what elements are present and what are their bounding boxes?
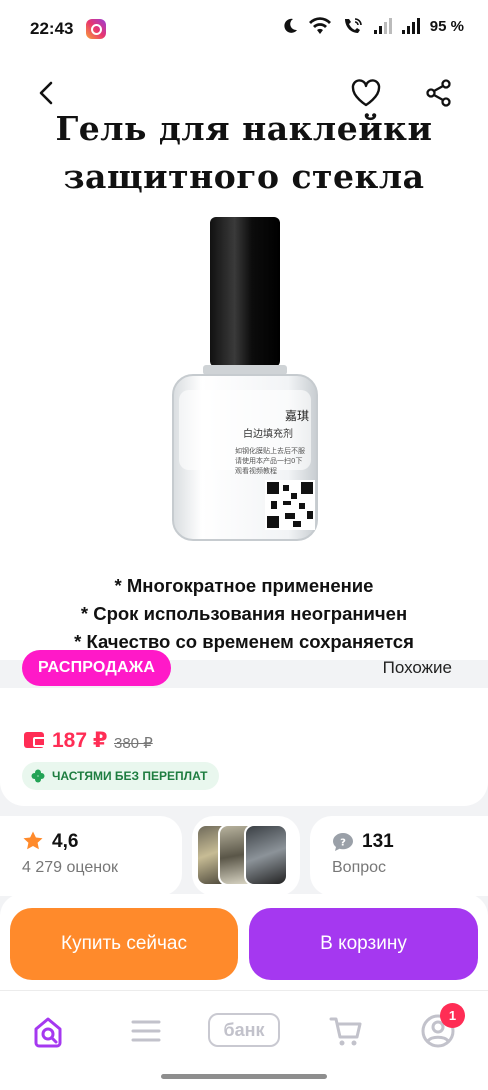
- star-icon: [23, 831, 43, 850]
- bottle-label-line: 白边填充剂: [243, 427, 293, 440]
- sale-row: РАСПРОДАЖА Похожие: [0, 648, 488, 688]
- signal-icon: [401, 18, 420, 34]
- questions-card[interactable]: ? 131 Вопрос: [310, 816, 488, 896]
- heart-icon[interactable]: [350, 78, 382, 108]
- moon-icon: [284, 18, 297, 33]
- add-to-cart-button[interactable]: В корзину: [249, 908, 478, 980]
- installment-badge[interactable]: ЧАСТЯМИ БЕЗ ПЕРЕПЛАТ: [22, 762, 220, 790]
- feature-item: * Срок использования неограничен: [80, 603, 408, 624]
- similar-products-link[interactable]: Похожие: [383, 658, 452, 678]
- battery-level: 95 %: [429, 17, 464, 35]
- cart-icon[interactable]: [326, 1011, 366, 1051]
- installment-label: ЧАСТЯМИ БЕЗ ПЕРЕПЛАТ: [52, 769, 208, 783]
- qr-code-icon: [265, 480, 315, 530]
- questions-count: 131: [362, 831, 394, 852]
- review-photo: [244, 824, 288, 886]
- review-photos-card[interactable]: [192, 816, 300, 896]
- wifi-icon: [308, 17, 331, 34]
- old-price: 380 ₽: [114, 735, 153, 752]
- rating-value: 4,6: [52, 831, 79, 852]
- status-bar: 22:43 95 %: [0, 0, 488, 60]
- bank-tab[interactable]: банк: [208, 1013, 280, 1047]
- reviews-count: 4 279 оценок: [22, 859, 118, 876]
- product-features: * Многократное применение * Срок использ…: [0, 572, 488, 656]
- home-indicator[interactable]: [161, 1074, 327, 1079]
- stats-row: 4,6 4 279 оценок ? 131 Вопрос: [0, 816, 488, 896]
- notification-badge: 1: [440, 1003, 465, 1028]
- rating-card[interactable]: 4,6 4 279 оценок: [0, 816, 182, 896]
- wifi-call-icon: [344, 18, 362, 33]
- bottle-label-line: 请使用本产品一扫0下: [235, 456, 302, 465]
- back-button[interactable]: [32, 78, 62, 108]
- signal-icon: [373, 18, 392, 34]
- current-price: 187 ₽: [52, 729, 108, 752]
- questions-label: Вопрос: [332, 859, 387, 876]
- product-image-title: Гель для наклейки защитного стекла: [0, 105, 488, 201]
- product-bottle-image: 嘉琪 白边填充剂 如钢化膜贴上去后不服 请使用本产品一扫0下 观看视频教程: [172, 217, 318, 541]
- bottle-label-line: 如钢化膜贴上去后不服: [235, 446, 305, 455]
- wallet-icon: [24, 732, 46, 748]
- status-time: 22:43: [30, 19, 74, 38]
- status-icons: 95 %: [282, 17, 464, 35]
- home-search-icon[interactable]: [28, 1011, 68, 1051]
- product-image[interactable]: Гель для наклейки защитного стекла 嘉琪 白边…: [0, 60, 488, 660]
- bottle-label-brand: 嘉琪: [285, 409, 309, 423]
- catalog-menu-icon[interactable]: [126, 1011, 166, 1051]
- sale-badge[interactable]: РАСПРОДАЖА: [22, 650, 172, 686]
- purchase-actions: Купить сейчас В корзину: [0, 894, 488, 990]
- clover-icon: [31, 769, 45, 783]
- buy-now-button[interactable]: Купить сейчас: [10, 908, 238, 980]
- instagram-icon: [86, 19, 106, 39]
- title-line-1: Гель для наклейки: [55, 109, 433, 148]
- price-card: 187 ₽ 380 ₽ ЧАСТЯМИ БЕЗ ПЕРЕПЛАТ: [0, 688, 488, 806]
- title-line-2: защитного стекла: [63, 157, 425, 196]
- share-icon[interactable]: [424, 78, 454, 108]
- question-bubble-icon: ?: [333, 833, 353, 851]
- feature-item: * Многократное применение: [114, 575, 374, 596]
- bottle-label-line: 观看视频教程: [235, 466, 277, 475]
- svg-text:?: ?: [340, 838, 346, 849]
